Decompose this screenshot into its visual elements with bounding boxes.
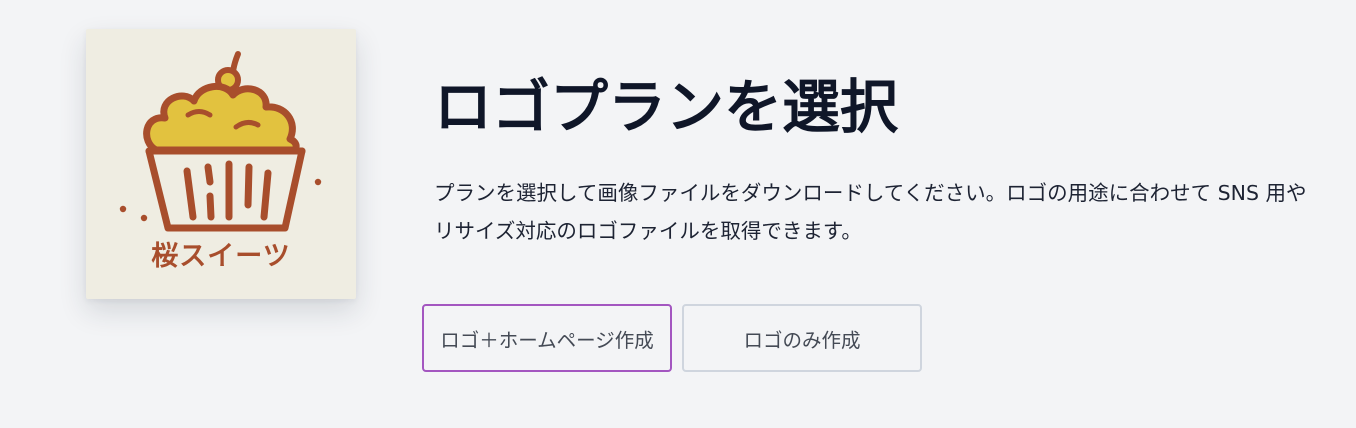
logo-homepage-plan-button[interactable]: ロゴ＋ホームページ作成 xyxy=(422,304,672,372)
logo-brand-name: 桜スイーツ xyxy=(151,241,291,272)
page-description: プランを選択して画像ファイルをダウンロードしてください。ロゴの用途に合わせて S… xyxy=(434,181,1307,243)
logo-preview: 桜スイーツ xyxy=(86,29,356,299)
logo-only-plan-button[interactable]: ロゴのみ作成 xyxy=(682,304,922,372)
page-title: ロゴプランを選択 xyxy=(434,73,899,141)
